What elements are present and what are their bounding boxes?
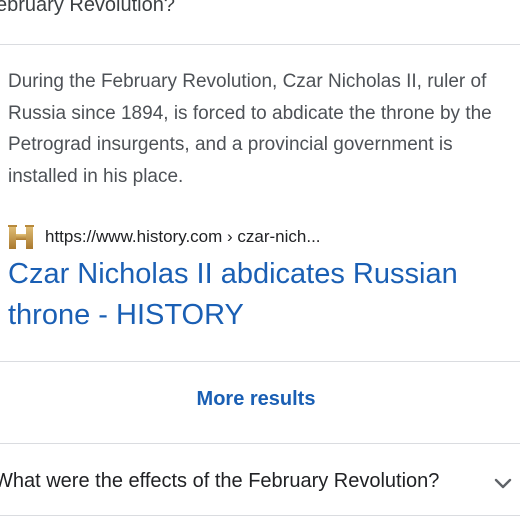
divider bbox=[0, 361, 520, 362]
result-title-link[interactable]: Czar Nicholas II abdicates Russian thron… bbox=[8, 254, 513, 336]
more-results-button[interactable]: More results bbox=[0, 388, 512, 411]
related-question-row[interactable]: What were the effects of the February Re… bbox=[0, 460, 520, 506]
featured-snippet-text: During the February Revolution, Czar Nic… bbox=[8, 71, 492, 187]
search-results-page: ebruary Revolution? During the February … bbox=[0, 0, 520, 520]
divider bbox=[0, 44, 520, 45]
previous-question-text: ebruary Revolution? bbox=[0, 0, 175, 16]
history-h-icon bbox=[8, 225, 34, 249]
related-question-text: What were the effects of the February Re… bbox=[0, 470, 440, 492]
divider bbox=[0, 443, 520, 444]
divider bbox=[0, 515, 520, 516]
chevron-down-icon[interactable] bbox=[492, 473, 514, 495]
source-url[interactable]: https://www.history.com › czar-nich... bbox=[45, 227, 321, 247]
source-citation[interactable]: https://www.history.com › czar-nich... bbox=[8, 223, 321, 251]
